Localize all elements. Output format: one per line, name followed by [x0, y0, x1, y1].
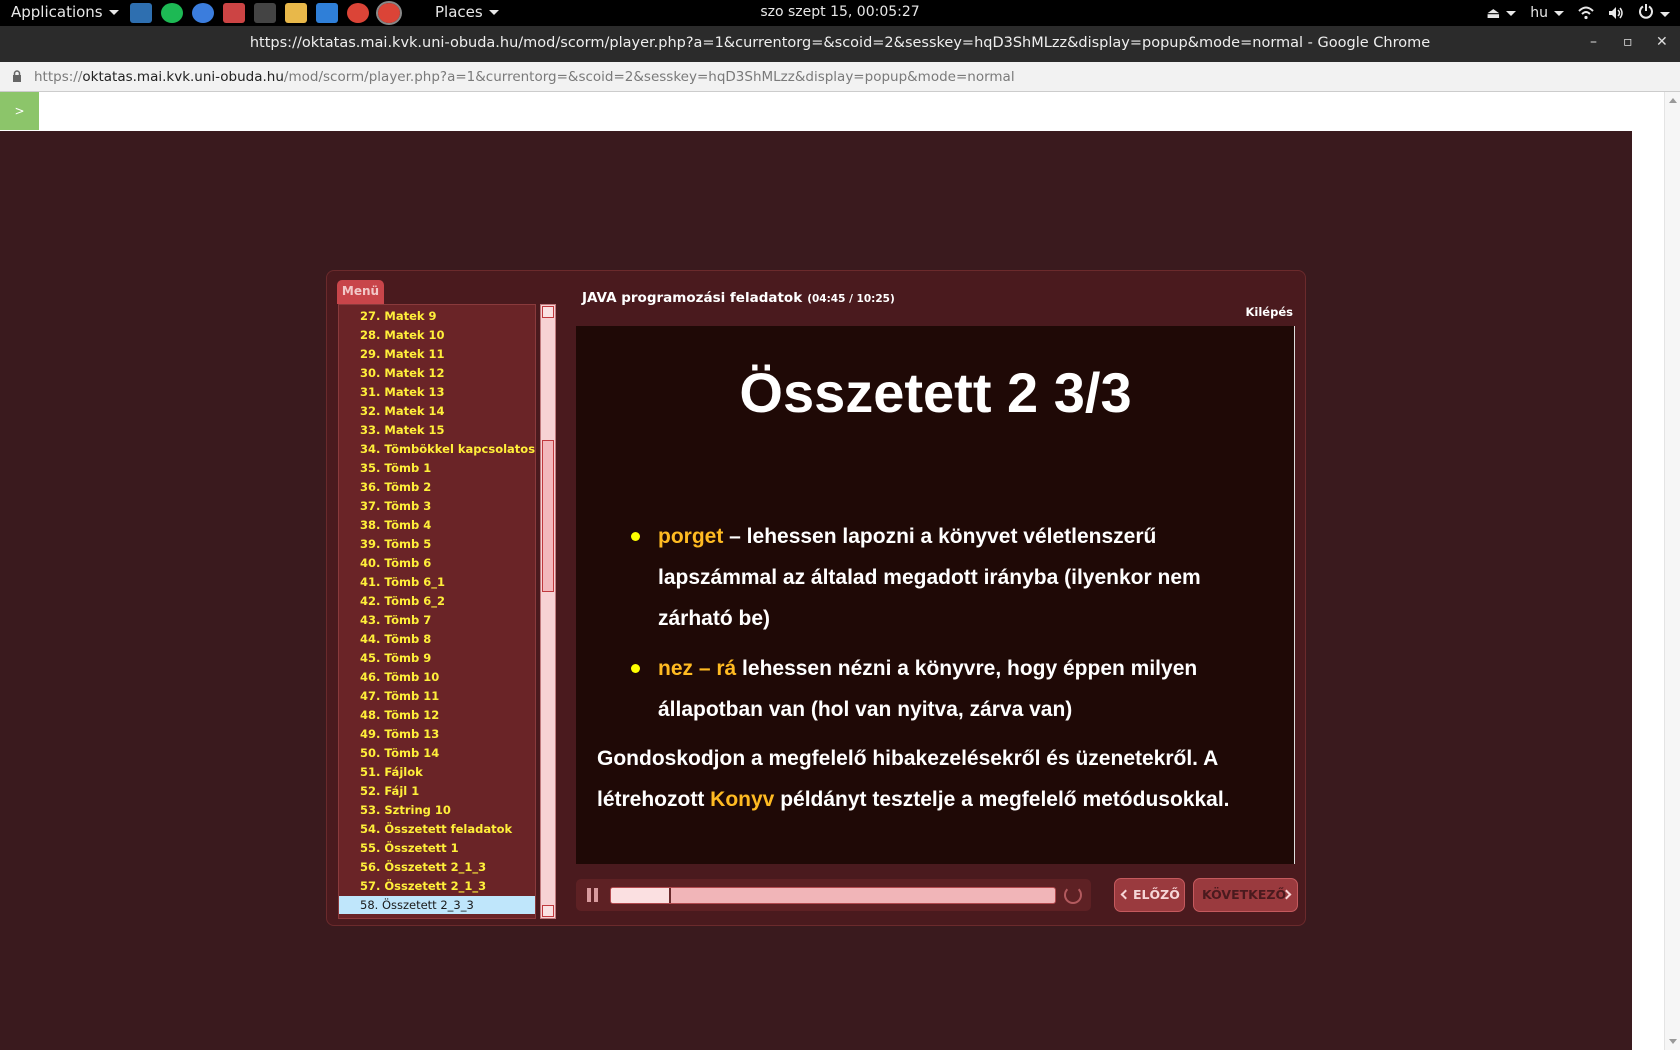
maximize-button[interactable]: ▫ — [1623, 34, 1633, 50]
url-scheme: https:// — [34, 69, 83, 85]
course-title-text: JAVA programozási feladatok — [582, 290, 803, 306]
menu-item[interactable]: 29. Matek 11 — [339, 345, 535, 363]
close-button[interactable]: ✕ — [1656, 34, 1668, 50]
wifi-icon[interactable] — [1578, 6, 1594, 20]
slide-menu-list: 27. Matek 9 28. Matek 10 29. Matek 11 30. M… — [338, 304, 536, 919]
slide-paragraph: Gondoskodjon a megfelelő hibakezelésekrő… — [597, 738, 1277, 820]
next-label: KÖVETKEZŐ — [1202, 887, 1287, 902]
menu-scroll-thumb[interactable] — [542, 440, 554, 592]
menu-item[interactable]: 45. Tömb 9 — [339, 649, 535, 667]
menu-item[interactable]: 55. Összetett 1 — [339, 839, 535, 857]
course-title: JAVA programozási feladatok (04:45 / 10:2… — [582, 290, 895, 306]
volume-icon[interactable] — [1608, 6, 1624, 20]
url-host: oktatas.mai.kvk.uni-obuda.hu — [82, 69, 284, 85]
scroll-up-icon[interactable] — [1669, 98, 1677, 103]
menu-item[interactable]: 53. Sztring 10 — [339, 801, 535, 819]
menu-item[interactable]: 32. Matek 14 — [339, 402, 535, 420]
menu-scroll-up-button[interactable] — [542, 306, 554, 318]
menu-item[interactable]: 28. Matek 10 — [339, 326, 535, 344]
menu-item[interactable]: 44. Tömb 8 — [339, 630, 535, 648]
menu-item[interactable]: 58. Összetett 2_3_3 — [339, 896, 535, 914]
eject-icon[interactable]: ⏏ — [1486, 4, 1517, 22]
exit-button[interactable]: Kilépés — [1246, 305, 1293, 319]
menu-item[interactable]: 54. Összetett feladatok — [339, 820, 535, 838]
keyboard-layout-label: hu — [1530, 5, 1548, 21]
power-icon — [1639, 4, 1653, 19]
scroll-down-icon[interactable] — [1669, 1039, 1677, 1044]
keyboard-layout-indicator[interactable]: hu — [1530, 5, 1564, 21]
chevron-down-icon — [1660, 12, 1670, 17]
slide-canvas: Összetett 2 3/3 porget – lehessen lapozn… — [576, 326, 1295, 864]
paragraph-keyword: Konyv — [710, 788, 775, 811]
menu-item[interactable]: 47. Tömb 11 — [339, 687, 535, 705]
chevron-down-icon — [1506, 11, 1517, 16]
menu-scroll-down-button[interactable] — [542, 905, 554, 917]
replay-icon[interactable] — [1064, 886, 1082, 904]
menu-tab[interactable]: Menü — [337, 280, 384, 304]
menu-item[interactable]: 27. Matek 9 — [339, 307, 535, 325]
previous-label: ELŐZŐ — [1133, 887, 1180, 902]
paragraph-text: példányt tesztelje a megfelelő metódusok… — [774, 788, 1230, 811]
slide-bullet: porget – lehessen lapozni a könyvet véle… — [621, 516, 1261, 639]
chevron-left-icon — [1120, 889, 1131, 900]
playback-progress-bar[interactable] — [610, 887, 1056, 904]
window-title: https://oktatas.mai.kvk.uni-obuda.hu/mod… — [249, 35, 1431, 51]
menu-item[interactable]: 37. Tömb 3 — [339, 497, 535, 515]
menu-item[interactable]: 57. Összetett 2_1_3 — [339, 877, 535, 895]
bullet-text: – lehessen lapozni a könyvet véletlensze… — [658, 525, 1201, 630]
menu-item[interactable]: 48. Tömb 12 — [339, 706, 535, 724]
pause-icon[interactable] — [587, 888, 598, 902]
address-bar[interactable]: https://oktatas.mai.kvk.uni-obuda.hu/mod… — [0, 62, 1680, 92]
chevron-down-icon — [1554, 10, 1564, 16]
playback-controls — [576, 879, 1091, 911]
playback-progress-fill — [611, 888, 671, 903]
presentation-player: Menü 27. Matek 9 28. Matek 10 29. Matek 11… — [326, 270, 1306, 926]
page-scrollbar[interactable] — [1664, 92, 1680, 1050]
menu-item[interactable]: 33. Matek 15 — [339, 421, 535, 439]
lock-icon — [13, 70, 21, 82]
slide-bullet-list: porget – lehessen lapozni a könyvet véle… — [621, 516, 1261, 739]
slide-bullet: nez – rá lehessen nézni a könyvre, hogy … — [621, 648, 1261, 730]
bullet-keyword: porget — [658, 525, 724, 548]
menu-item[interactable]: 40. Tömb 6 — [339, 554, 535, 572]
clock[interactable]: szo szept 15, 00:05:27 — [0, 4, 1680, 20]
url-text[interactable]: https://oktatas.mai.kvk.uni-obuda.hu/mod… — [34, 69, 1015, 85]
slide-heading: Összetett 2 3/3 — [739, 361, 1132, 424]
bullet-keyword: nez – rá — [658, 657, 737, 680]
next-button[interactable]: KÖVETKEZŐ — [1193, 878, 1298, 912]
menu-item[interactable]: 50. Tömb 14 — [339, 744, 535, 762]
menu-item[interactable]: 52. Fájl 1 — [339, 782, 535, 800]
bullet-text: lehessen nézni a könyvre, hogy éppen mil… — [658, 657, 1198, 721]
menu-item[interactable]: 43. Tömb 7 — [339, 611, 535, 629]
menu-item[interactable]: 49. Tömb 13 — [339, 725, 535, 743]
menu-item[interactable]: 30. Matek 12 — [339, 364, 535, 382]
previous-button[interactable]: ELŐZŐ — [1114, 878, 1185, 912]
menu-item[interactable]: 35. Tömb 1 — [339, 459, 535, 477]
menu-item[interactable]: 38. Tömb 4 — [339, 516, 535, 534]
system-tray: ⏏ hu — [1486, 3, 1670, 23]
menu-item[interactable]: 42. Tömb 6_2 — [339, 592, 535, 610]
window-titlebar: https://oktatas.mai.kvk.uni-obuda.hu/mod… — [0, 26, 1680, 62]
toc-toggle-button[interactable]: > — [0, 92, 39, 130]
menu-scrollbar[interactable] — [540, 304, 556, 919]
menu-item[interactable]: 46. Tömb 10 — [339, 668, 535, 686]
gnome-top-bar: Applications Places szo szept 15, 00:05:… — [0, 0, 1680, 26]
menu-item[interactable]: 31. Matek 13 — [339, 383, 535, 401]
menu-item[interactable]: 39. Tömb 5 — [339, 535, 535, 553]
menu-item[interactable]: 41. Tömb 6_1 — [339, 573, 535, 591]
menu-item[interactable]: 56. Összetett 2_1_3 — [339, 858, 535, 876]
power-menu[interactable] — [1638, 3, 1670, 23]
menu-item[interactable]: 51. Fájlok — [339, 763, 535, 781]
menu-item[interactable]: 34. Tömbökkel kapcsolatos f... — [339, 440, 535, 458]
minimize-button[interactable]: – — [1590, 34, 1597, 50]
url-path: /mod/scorm/player.php?a=1&currentorg=&sc… — [283, 69, 1015, 85]
menu-item[interactable]: 36. Tömb 2 — [339, 478, 535, 496]
time-readout: (04:45 / 10:25) — [807, 293, 895, 305]
